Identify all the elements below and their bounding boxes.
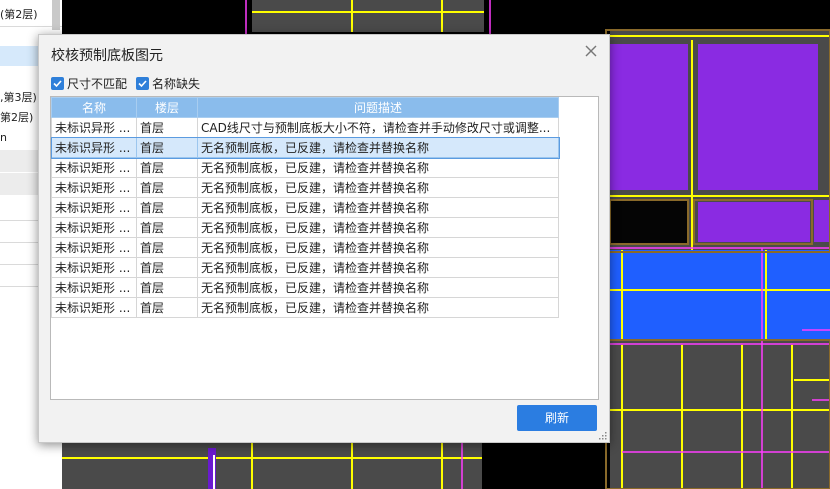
missing-name-label: 名称缺失	[152, 76, 201, 91]
validation-dialog: 校核预制底板图元 尺寸不匹配 名称缺失 名称 楼层 问题描述 未标识异形 ...…	[38, 34, 610, 443]
cell-floor: 首层	[136, 277, 198, 298]
cell-name: 未标识异形 ...	[51, 117, 137, 138]
cell-name: 未标识矩形 ...	[51, 197, 137, 218]
size-mismatch-checkbox[interactable]: 尺寸不匹配	[51, 75, 127, 91]
cell-floor: 首层	[136, 137, 198, 158]
cell-floor: 首层	[136, 177, 198, 198]
size-mismatch-label: 尺寸不匹配	[67, 76, 128, 91]
table-row[interactable]: 未标识矩形 ... 首层 无名预制底板，已反建，请检查并替换名称	[51, 177, 559, 198]
cell-name: 未标识矩形 ...	[51, 237, 137, 258]
issue-grid[interactable]: 名称 楼层 问题描述 未标识异形 ... 首层 CAD线尺寸与预制底板大小不符，请检…	[50, 96, 599, 400]
cell-floor: 首层	[136, 217, 198, 238]
cell-description: 无名预制底板，已反建，请检查并替换名称	[197, 277, 559, 298]
table-row[interactable]: 未标识矩形 ... 首层 无名预制底板，已反建，请检查并替换名称	[51, 217, 559, 238]
dialog-title: 校核预制底板图元	[51, 48, 163, 64]
cell-description: 无名预制底板，已反建，请检查并替换名称	[197, 217, 559, 238]
resize-grip-icon[interactable]	[598, 431, 607, 440]
cell-name: 未标识异形 ...	[51, 137, 137, 158]
column-header-floor[interactable]: 楼层	[136, 97, 198, 118]
cell-description: 无名预制底板，已反建，请检查并替换名称	[197, 297, 559, 318]
cell-name: 未标识矩形 ...	[51, 177, 137, 198]
cell-name: 未标识矩形 ...	[51, 217, 137, 238]
close-icon[interactable]	[583, 43, 599, 59]
cell-floor: 首层	[136, 297, 198, 318]
table-row[interactable]: 未标识矩形 ... 首层 无名预制底板，已反建，请检查并替换名称	[51, 297, 559, 318]
check-icon	[51, 76, 64, 90]
column-header-description[interactable]: 问题描述	[197, 97, 559, 118]
cell-description: 无名预制底板，已反建，请检查并替换名称	[197, 237, 559, 258]
cell-name: 未标识矩形 ...	[51, 277, 137, 298]
column-header-name[interactable]: 名称	[51, 97, 137, 118]
cell-floor: 首层	[136, 257, 198, 278]
refresh-button[interactable]: 刷新	[517, 405, 597, 431]
missing-name-checkbox[interactable]: 名称缺失	[136, 75, 200, 91]
cell-description: 无名预制底板，已反建，请检查并替换名称	[197, 177, 559, 198]
panel-scrollbar[interactable]	[52, 0, 60, 30]
cell-description: 无名预制底板，已反建，请检查并替换名称	[197, 137, 559, 158]
table-row[interactable]: 未标识异形 ... 首层 无名预制底板，已反建，请检查并替换名称	[51, 136, 560, 159]
cell-description: 无名预制底板，已反建，请检查并替换名称	[197, 157, 559, 178]
cell-name: 未标识矩形 ...	[51, 297, 137, 318]
cell-floor: 首层	[136, 117, 198, 138]
cell-floor: 首层	[136, 197, 198, 218]
cell-floor: 首层	[136, 157, 198, 178]
cell-description: 无名预制底板，已反建，请检查并替换名称	[197, 197, 559, 218]
table-row[interactable]: 未标识矩形 ... 首层 无名预制底板，已反建，请检查并替换名称	[51, 257, 559, 278]
table-row[interactable]: 未标识矩形 ... 首层 无名预制底板，已反建，请检查并替换名称	[51, 237, 559, 258]
table-row[interactable]: 未标识矩形 ... 首层 无名预制底板，已反建，请检查并替换名称	[51, 277, 559, 298]
table-row[interactable]: 未标识矩形 ... 首层 无名预制底板，已反建，请检查并替换名称	[51, 157, 559, 178]
check-icon	[136, 76, 149, 90]
cell-floor: 首层	[136, 237, 198, 258]
cell-description: CAD线尺寸与预制底板大小不符，请检查并手动修改尺寸或调整...	[197, 117, 559, 138]
cell-name: 未标识矩形 ...	[51, 157, 137, 178]
cell-name: 未标识矩形 ...	[51, 257, 137, 278]
cell-description: 无名预制底板，已反建，请检查并替换名称	[197, 257, 559, 278]
table-row[interactable]: 未标识矩形 ... 首层 无名预制底板，已反建，请检查并替换名称	[51, 197, 559, 218]
table-row[interactable]: 未标识异形 ... 首层 CAD线尺寸与预制底板大小不符，请检查并手动修改尺寸或调整…	[51, 117, 559, 138]
